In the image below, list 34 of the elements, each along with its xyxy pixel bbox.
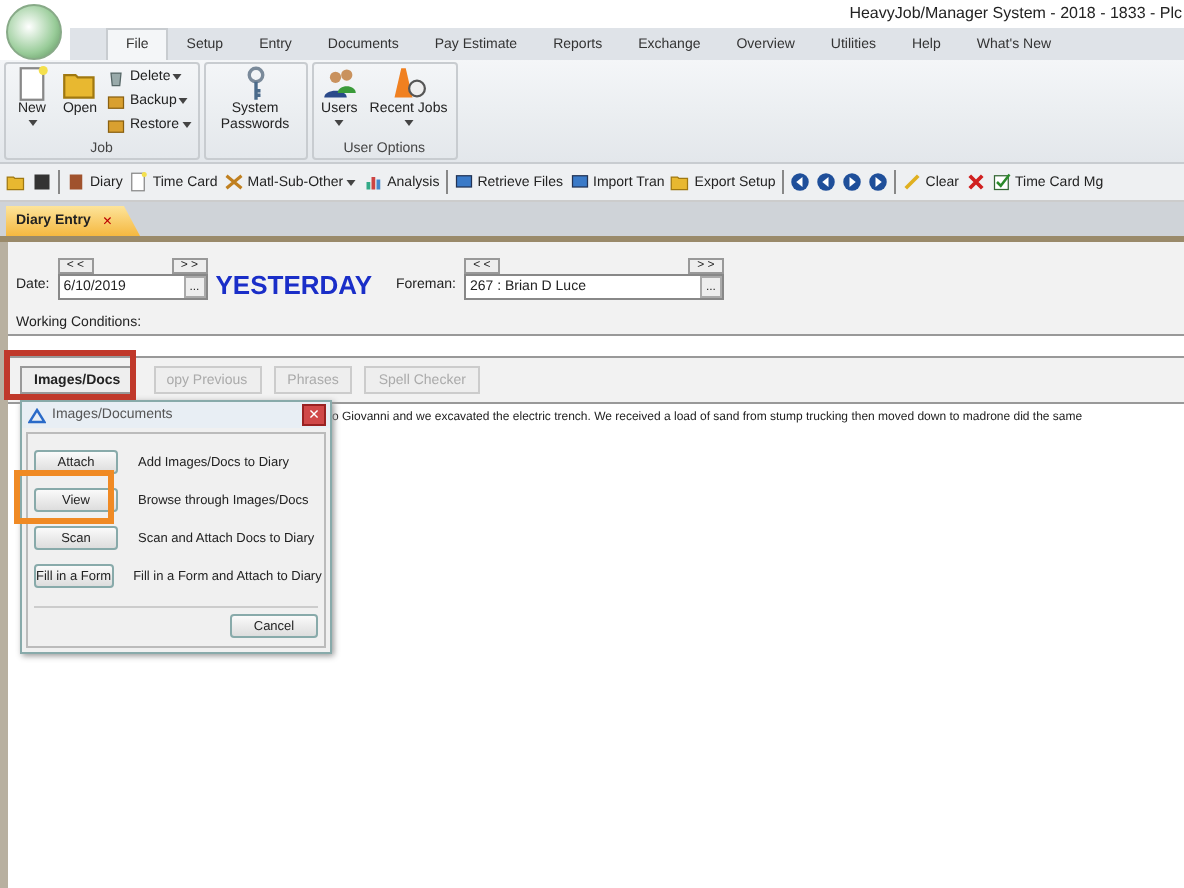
previous-icon[interactable] [815, 172, 836, 192]
caret-icon[interactable] [403, 120, 414, 126]
first-record-icon[interactable] [789, 172, 810, 192]
monitor-icon [569, 172, 589, 192]
box-icon [106, 91, 126, 111]
delete-icon[interactable] [965, 172, 985, 192]
book-icon [66, 172, 86, 192]
pencil-icon [901, 172, 922, 192]
caret-icon[interactable] [181, 122, 192, 128]
folder-icon [6, 172, 26, 192]
page-icon [128, 172, 149, 192]
caret-icon[interactable] [345, 179, 356, 185]
day-label: YESTERDAY [215, 272, 373, 300]
working-conditions-field[interactable] [8, 334, 1184, 358]
box-icon [106, 115, 126, 135]
app-logo[interactable] [6, 4, 62, 60]
page-icon [14, 66, 50, 102]
users-icon [321, 66, 358, 102]
folder-icon [670, 172, 691, 192]
close-button[interactable]: × [302, 404, 326, 426]
next-icon[interactable] [841, 172, 862, 192]
close-button[interactable]: × [102, 212, 113, 230]
window-title: HeavyJob/Manager System - 2018 - 1833 - Plc [849, 2, 1184, 26]
checkbox-icon [991, 172, 1011, 192]
last-record-icon[interactable] [867, 172, 888, 192]
chart-icon [363, 172, 384, 192]
caret-icon[interactable] [334, 120, 345, 126]
caret-icon[interactable] [172, 74, 183, 80]
caret-icon[interactable] [27, 120, 37, 126]
caret-icon[interactable] [178, 98, 189, 104]
cone-icon [390, 66, 427, 102]
triangle-icon [28, 407, 46, 423]
trash-icon [106, 67, 126, 87]
monitor-icon [453, 172, 474, 192]
